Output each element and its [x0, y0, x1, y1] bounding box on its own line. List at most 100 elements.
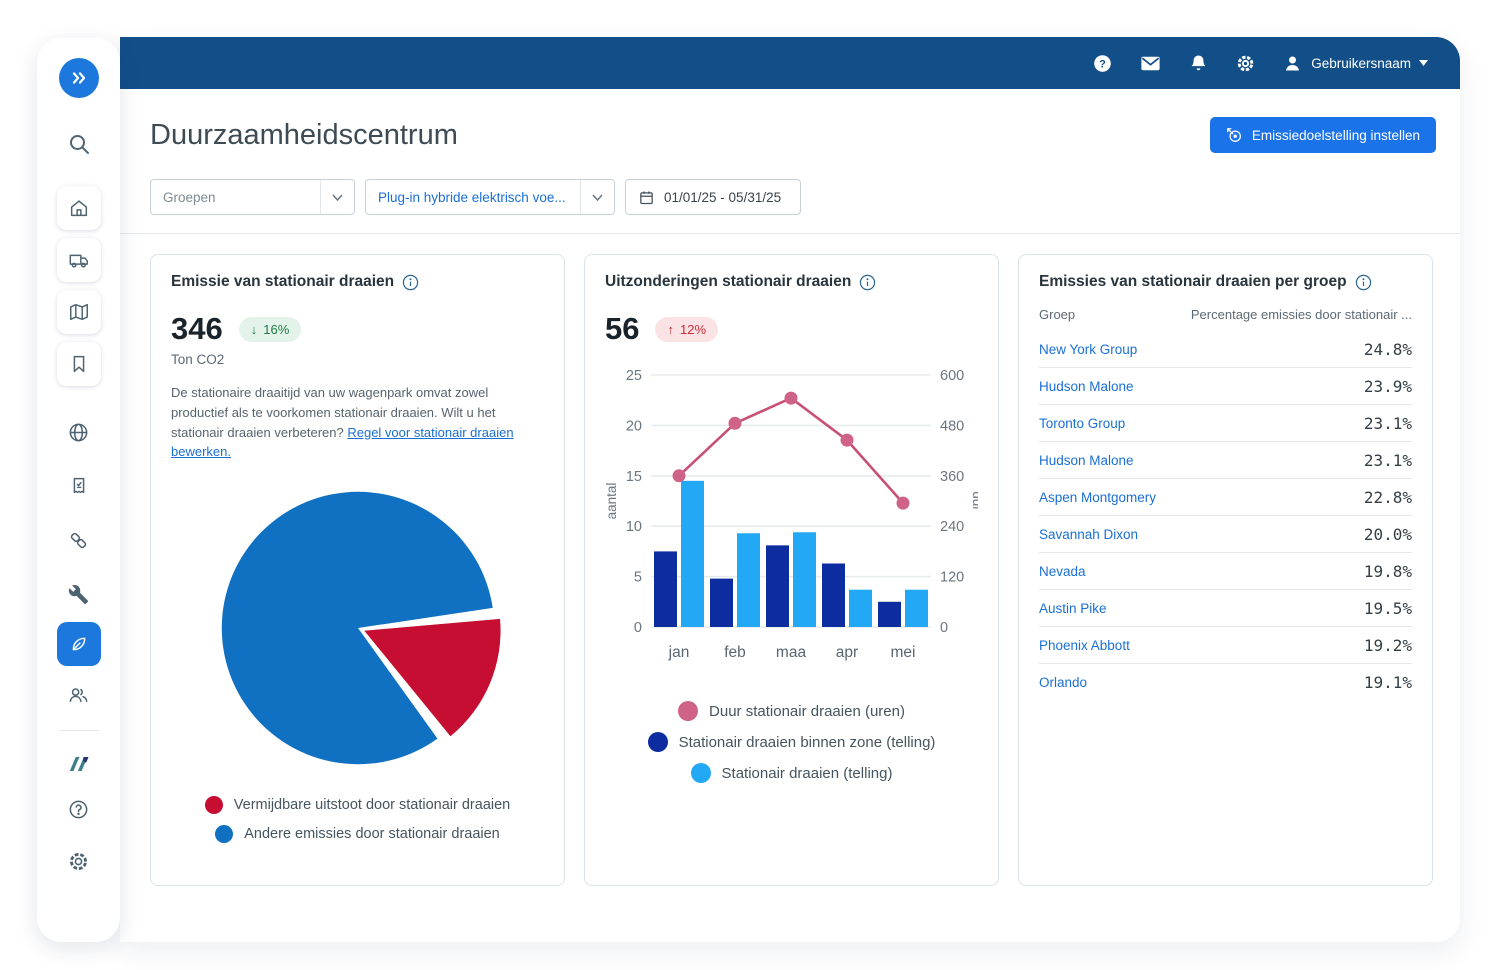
app-window: ? Gebruikersnaam Duurzaamheidscentrum	[120, 37, 1460, 942]
sidebar-item-maintenance[interactable]	[57, 574, 101, 614]
combo-legend: Duur stationair draaien (uren) Stationai…	[605, 701, 978, 783]
line-point	[897, 497, 910, 510]
legend-dot-pink	[678, 701, 698, 721]
svg-text:0: 0	[940, 620, 948, 636]
emission-value: 346	[171, 311, 223, 347]
vehicle-type-select[interactable]: Plug-in hybride elektrisch voe...	[365, 179, 615, 215]
svg-text:5: 5	[634, 570, 642, 586]
sidebar-secondary-nav	[57, 412, 101, 614]
bell-icon	[1188, 53, 1209, 74]
svg-text:0: 0	[634, 620, 642, 636]
sidebar-item-reports[interactable]	[57, 466, 101, 506]
group-link[interactable]: Toronto Group	[1039, 416, 1125, 431]
bar	[822, 563, 845, 627]
legend-dot-navy	[648, 732, 668, 752]
groups-select-value: Groepen	[151, 190, 228, 205]
set-emission-goal-button[interactable]: Emissiedoelstelling instellen	[1210, 117, 1436, 153]
topbar-settings-button[interactable]	[1235, 53, 1256, 74]
info-icon[interactable]	[859, 274, 876, 291]
group-percentage: 23.9%	[1364, 377, 1412, 396]
idling-exceptions-chart: 05101520250120240360480600aantaluurjanfe…	[605, 361, 978, 677]
sidebar-item-assets[interactable]	[57, 520, 101, 560]
table-row: Hudson Malone 23.9%	[1039, 368, 1412, 405]
date-range-picker[interactable]: 01/01/25 - 05/31/25	[625, 179, 801, 215]
settings-button[interactable]	[57, 841, 101, 881]
sidebar-item-drivers[interactable]	[57, 674, 101, 714]
sidebar-item-sustainability[interactable]	[57, 622, 101, 666]
user-name: Gebruikersnaam	[1311, 56, 1411, 71]
group-link[interactable]: Aspen Montgomery	[1039, 490, 1156, 505]
group-link[interactable]: New York Group	[1039, 342, 1137, 357]
group-link[interactable]: Hudson Malone	[1039, 379, 1134, 394]
group-percentage: 19.5%	[1364, 599, 1412, 618]
calendar-icon	[638, 189, 655, 206]
svg-text:feb: feb	[724, 644, 746, 661]
gear-icon	[67, 850, 90, 873]
truck-icon	[68, 249, 90, 271]
group-table: New York Group24.8% Hudson Malone 23.9% Tor…	[1039, 331, 1412, 701]
help-icon	[67, 798, 90, 821]
sidebar-item-map[interactable]	[57, 290, 101, 334]
globe-icon	[67, 421, 90, 444]
bar	[766, 545, 789, 627]
link-icon	[67, 529, 90, 552]
leaf-icon	[68, 633, 90, 655]
sidebar-divider	[59, 730, 99, 731]
chevron-down-icon	[1419, 60, 1428, 66]
info-icon[interactable]	[402, 274, 419, 291]
svg-text:480: 480	[940, 418, 964, 434]
bookmark-icon	[68, 353, 90, 375]
chevron-down-icon	[580, 180, 614, 214]
groups-select[interactable]: Groepen	[150, 179, 355, 215]
help-button[interactable]	[57, 789, 101, 829]
sidebar-item-network[interactable]	[57, 412, 101, 452]
group-link[interactable]: Nevada	[1039, 564, 1086, 579]
emission-description: De stationaire draaitijd van uw wagenpar…	[171, 383, 544, 462]
topbar-notifications-button[interactable]	[1188, 53, 1209, 74]
sidebar-item-home[interactable]	[57, 186, 101, 230]
sidebar-item-vehicles[interactable]	[57, 238, 101, 282]
table-row: Hudson Malone23.1%	[1039, 442, 1412, 479]
line-point	[785, 392, 798, 405]
pie-legend: Vermijdbare uitstoot door stationair dra…	[171, 796, 544, 843]
receipt-icon	[68, 475, 90, 497]
topbar-user-menu[interactable]: Gebruikersnaam	[1282, 53, 1428, 74]
svg-text:apr: apr	[836, 644, 858, 661]
legend-dot-blue	[215, 825, 233, 843]
table-row: Nevada19.8%	[1039, 553, 1412, 590]
bar	[878, 602, 901, 627]
group-link[interactable]: Phoenix Abbott	[1039, 638, 1130, 653]
group-percentage: 23.1%	[1364, 414, 1412, 433]
line-point	[841, 434, 854, 447]
group-link[interactable]: Savannah Dixon	[1039, 527, 1138, 542]
group-link[interactable]: Orlando	[1039, 675, 1087, 690]
search-button[interactable]	[57, 124, 101, 164]
emissions-per-group-card: Emissies van stationair draaien per groe…	[1018, 254, 1433, 886]
legend-dot-red	[205, 796, 223, 814]
group-percentage: 19.2%	[1364, 636, 1412, 655]
table-row: New York Group24.8%	[1039, 331, 1412, 368]
svg-text:aantal: aantal	[605, 483, 619, 520]
card-title: Uitzonderingen stationair draaien	[605, 273, 851, 291]
topbar-mail-button[interactable]	[1139, 52, 1162, 75]
expand-sidebar-button[interactable]	[59, 58, 99, 98]
svg-text:600: 600	[940, 368, 964, 384]
sidebar	[37, 38, 120, 942]
bar	[905, 590, 928, 627]
help-circle-icon: ?	[1092, 53, 1113, 74]
table-row: Aspen Montgomery22.8%	[1039, 479, 1412, 516]
bar	[710, 579, 733, 627]
exceptions-delta-badge: ↑12%	[655, 317, 718, 342]
group-link[interactable]: Austin Pike	[1039, 601, 1107, 616]
table-header: Groep Percentage emissies door stationai…	[1039, 307, 1412, 331]
group-link[interactable]: Hudson Malone	[1039, 453, 1134, 468]
page-title: Duurzaamheidscentrum	[150, 119, 458, 152]
info-icon[interactable]	[1355, 274, 1372, 291]
group-percentage: 19.1%	[1364, 673, 1412, 692]
svg-text:uur: uur	[970, 491, 978, 511]
sidebar-item-bookmarks[interactable]	[57, 342, 101, 386]
topbar-help-button[interactable]: ?	[1092, 53, 1113, 74]
svg-text:maa: maa	[776, 644, 807, 661]
legend-item: Andere emissies door stationair draaien	[171, 825, 544, 843]
bar	[793, 532, 816, 627]
